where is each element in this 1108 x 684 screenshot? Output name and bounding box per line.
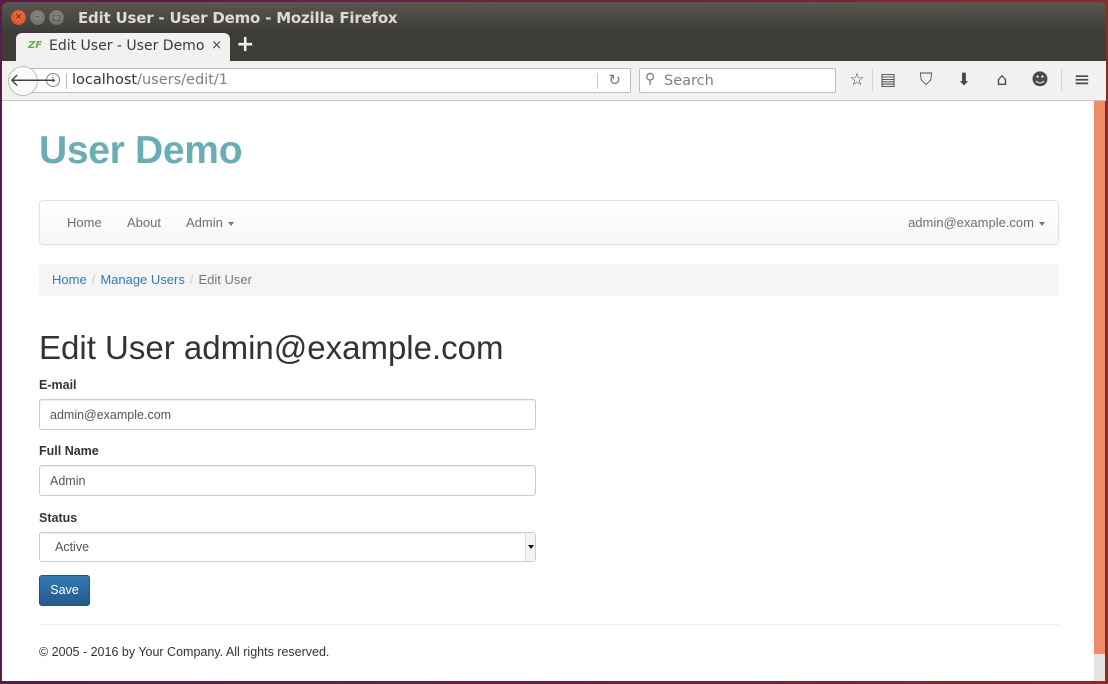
nav-about[interactable]: About: [127, 215, 161, 230]
breadcrumb-edit-user: Edit User: [198, 272, 252, 287]
window-close-button[interactable]: ×: [11, 10, 26, 25]
tab-strip: ZF Edit User - User Demo × +: [2, 32, 1106, 62]
email-label: E-mail: [39, 378, 77, 392]
url-host: localhost: [72, 72, 138, 88]
nav-admin-dropdown[interactable]: Admin: [186, 215, 234, 230]
nav-admin-label: Admin: [186, 215, 223, 230]
reload-icon[interactable]: ↻: [608, 71, 621, 89]
back-arrow-icon: 🡐: [9, 70, 58, 91]
window-minimize-button[interactable]: –: [30, 10, 45, 25]
fullname-field[interactable]: [39, 465, 536, 496]
status-select-value: Active: [55, 540, 90, 554]
status-select[interactable]: Active: [39, 532, 536, 562]
home-icon[interactable]: ⌂: [991, 70, 1013, 90]
site-navbar: Home About Admin admin@example.com: [39, 200, 1059, 245]
page-title: Edit User admin@example.com: [39, 329, 504, 366]
footer-divider: [39, 624, 1059, 625]
url-separator: [66, 73, 67, 89]
url-bar[interactable]: i localhost/users/edit/1 ↻: [28, 68, 631, 93]
breadcrumb-home[interactable]: Home: [52, 272, 87, 287]
maximize-icon: □: [52, 13, 61, 22]
menu-icon[interactable]: ≡: [1071, 67, 1093, 91]
scrollbar-thumb[interactable]: [1094, 101, 1105, 654]
nav-home[interactable]: Home: [67, 215, 102, 230]
reading-list-icon[interactable]: ▤: [877, 70, 899, 90]
back-button[interactable]: 🡐: [8, 66, 57, 96]
close-icon: ×: [14, 12, 23, 22]
url-path: /users/edit/1: [137, 72, 228, 88]
breadcrumb-separator: /: [91, 272, 96, 287]
browser-window: × – □ Edit User - User Demo - Mozilla Fi…: [0, 0, 1108, 684]
breadcrumb: Home / Manage Users / Edit User: [39, 264, 1059, 296]
browser-toolbar: i localhost/users/edit/1 ↻ 🡐 ⚲ ☆ ▤ ⛉ ⬇ ⌂…: [2, 61, 1106, 101]
search-bar[interactable]: ⚲: [639, 68, 836, 93]
toolbar-separator: [1061, 69, 1062, 91]
save-button[interactable]: Save: [39, 575, 90, 606]
breadcrumb-manage-users[interactable]: Manage Users: [100, 272, 185, 287]
chat-icon[interactable]: ☻: [1029, 70, 1051, 90]
caret-down-icon: [227, 221, 234, 226]
user-dropdown[interactable]: admin@example.com: [908, 215, 1045, 230]
search-input[interactable]: [664, 70, 832, 91]
minimize-icon: –: [35, 12, 40, 22]
email-field[interactable]: [39, 399, 536, 430]
site-brand[interactable]: User Demo: [39, 129, 243, 173]
new-tab-button[interactable]: +: [236, 32, 254, 57]
tab-close-icon[interactable]: ×: [211, 38, 222, 53]
tab-title: Edit User - User Demo: [49, 38, 205, 54]
url-text[interactable]: localhost/users/edit/1: [72, 72, 228, 88]
tab-edit-user[interactable]: ZF Edit User - User Demo ×: [16, 33, 230, 62]
fullname-label: Full Name: [39, 444, 99, 458]
footer-text: © 2005 - 2016 by Your Company. All right…: [39, 645, 330, 659]
window-title: Edit User - User Demo - Mozilla Firefox: [78, 9, 398, 27]
page-content: User Demo Home About Admin admin@example…: [2, 101, 1094, 681]
window-maximize-button[interactable]: □: [49, 10, 64, 25]
search-icon: ⚲: [645, 71, 656, 87]
dropdown-arrow-icon: [525, 533, 535, 561]
toolbar-separator: [872, 69, 873, 91]
bookmark-star-icon[interactable]: ☆: [846, 70, 868, 90]
pocket-icon[interactable]: ⛉: [915, 70, 937, 90]
scrollbar[interactable]: [1094, 101, 1105, 681]
zf-favicon-icon: ZF: [28, 40, 43, 51]
title-bar: × – □ Edit User - User Demo - Mozilla Fi…: [2, 2, 1106, 32]
caret-down-icon: [1039, 221, 1045, 226]
status-label: Status: [39, 511, 78, 525]
downloads-icon[interactable]: ⬇: [953, 70, 975, 90]
reload-separator: [597, 73, 598, 89]
breadcrumb-separator: /: [189, 272, 194, 287]
user-email: admin@example.com: [908, 215, 1034, 230]
